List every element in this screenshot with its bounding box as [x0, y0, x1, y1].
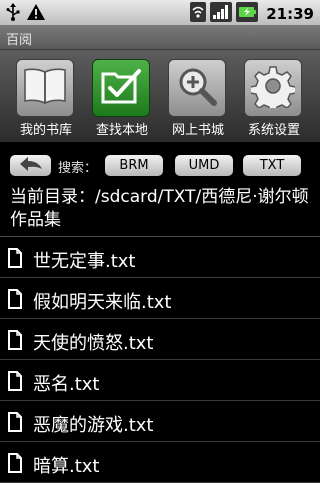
wifi-icon — [190, 2, 207, 26]
list-item[interactable]: 天使的愤怒.txt — [0, 319, 320, 360]
gear-icon — [249, 64, 297, 114]
toolbar-find-local[interactable]: 查找本地 — [85, 50, 159, 142]
file-name: 恶名.txt — [33, 374, 100, 395]
file-name: 恶魔的游戏.txt — [33, 415, 154, 436]
filter-bar: 搜索： BRM UMD TXT — [0, 152, 320, 180]
toolbar-label: 我的书库 — [19, 123, 72, 138]
file-icon — [7, 453, 23, 477]
zoom-icon — [175, 64, 219, 112]
toolbar-tile — [244, 59, 302, 117]
clock: 21:39 — [266, 5, 314, 23]
list-item[interactable]: 世无定事.txt — [0, 237, 320, 278]
warning-icon — [26, 3, 46, 25]
toolbar-tile — [168, 59, 226, 117]
main-toolbar: 我的书库 查找本地 网上书城 系统设置 — [0, 50, 320, 142]
book-icon — [22, 66, 68, 110]
battery-icon — [236, 2, 259, 26]
toolbar-settings[interactable]: 系统设置 — [237, 50, 311, 142]
back-arrow-icon — [18, 156, 44, 176]
app-title-bar: 百阅 — [0, 25, 320, 50]
file-icon — [7, 289, 23, 313]
current-directory-label: 当前目录： — [10, 187, 95, 207]
back-button[interactable] — [10, 155, 51, 176]
file-list: 世无定事.txt 假如明天来临.txt 天使的愤怒.txt 恶名.txt 恶魔的… — [0, 236, 320, 483]
search-label: 搜索： — [58, 161, 98, 176]
toolbar-label: 网上书城 — [171, 123, 224, 138]
checkbox-folder-icon — [99, 66, 143, 110]
toolbar-online-store[interactable]: 网上书城 — [161, 50, 235, 142]
toolbar-label: 系统设置 — [247, 123, 300, 138]
toolbar-tile — [92, 59, 150, 117]
file-name: 假如明天来临.txt — [33, 292, 172, 313]
file-icon — [7, 412, 23, 436]
file-icon — [7, 248, 23, 272]
file-name: 暗算.txt — [33, 456, 100, 477]
file-name: 天使的愤怒.txt — [33, 333, 154, 354]
app-title: 百阅 — [6, 33, 33, 48]
toolbar-label: 查找本地 — [95, 123, 148, 138]
file-icon — [7, 330, 23, 354]
filter-txt-button[interactable]: TXT — [243, 155, 301, 176]
list-item[interactable]: 暗算.txt — [0, 442, 320, 483]
list-item[interactable]: 假如明天来临.txt — [0, 278, 320, 319]
signal-icon — [210, 2, 233, 26]
list-item[interactable]: 恶名.txt — [0, 360, 320, 401]
filter-umd-button[interactable]: UMD — [175, 155, 233, 176]
file-icon — [7, 371, 23, 395]
status-bar: 21:39 — [0, 0, 320, 25]
usb-icon — [6, 3, 20, 25]
filter-brm-button[interactable]: BRM — [105, 155, 163, 176]
toolbar-tile — [16, 59, 74, 117]
file-name: 世无定事.txt — [33, 251, 136, 272]
toolbar-my-library[interactable]: 我的书库 — [9, 50, 83, 142]
list-item[interactable]: 恶魔的游戏.txt — [0, 401, 320, 442]
current-directory: 当前目录：/sdcard/TXT/西德尼·谢尔顿作品集 — [10, 186, 315, 232]
